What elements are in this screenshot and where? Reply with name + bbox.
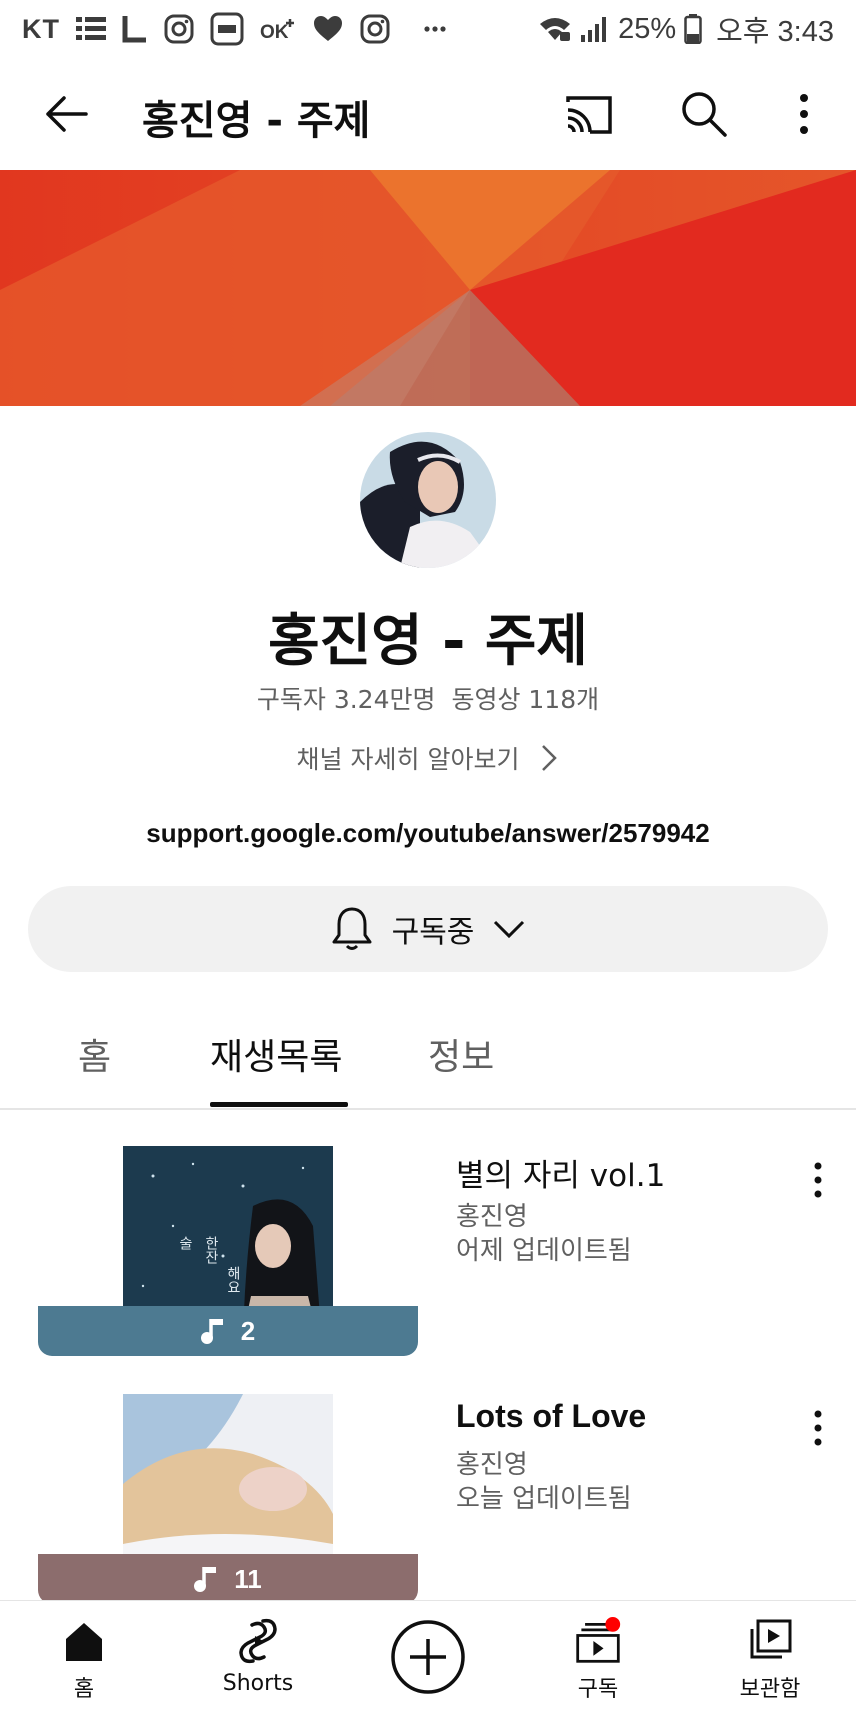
playlist-more-button[interactable] — [804, 1156, 832, 1206]
cast-icon — [566, 96, 612, 134]
playlist-updated: 오늘 업데이트됨 — [456, 1484, 632, 1514]
more-options-button[interactable] — [786, 87, 822, 141]
playlist-more-button[interactable] — [804, 1404, 832, 1454]
battery-percent: 25% — [618, 12, 677, 45]
playlist-item[interactable]: Lots 11 Lots of Love 홍진영 오늘 업데이트됨 — [0, 1394, 856, 1614]
channel-avatar[interactable] — [360, 432, 496, 568]
playlist-thumbnail[interactable]: 술 한잔 해요 2 — [38, 1146, 418, 1356]
wifi-icon — [538, 13, 572, 45]
l-app-icon — [122, 13, 148, 45]
channel-banner — [0, 170, 856, 406]
svg-text:술: 술 — [177, 1236, 193, 1250]
heart-icon — [312, 13, 344, 45]
video-count: 동영상 118개 — [451, 685, 600, 714]
nav-library-label: 보관함 — [739, 1677, 801, 1702]
more-vert-icon — [800, 94, 808, 134]
library-icon — [746, 1615, 794, 1667]
channel-stats: 구독자 3.24만명 동영상 118개 — [0, 680, 856, 716]
subscribed-label: 구독중 — [391, 915, 475, 950]
channel-name: 홍진영 - 주제 — [268, 609, 588, 674]
active-tab-indicator — [210, 1102, 348, 1107]
playlist-item[interactable]: 술 한잔 해요 2 별의 자리 vol.1 홍진영 어제 업데이트됨 — [0, 1146, 856, 1366]
carrier-label: KT — [22, 13, 60, 44]
back-button[interactable] — [40, 86, 96, 142]
svg-text:한잔: 한잔 — [203, 1236, 219, 1264]
chevron-right-icon — [542, 745, 558, 771]
music-note-icon — [194, 1567, 217, 1592]
tab-about[interactable]: 정보 — [428, 1028, 494, 1080]
signal-icon — [580, 13, 610, 45]
create-icon — [391, 1620, 465, 1694]
nav-home-label: 홈 — [73, 1677, 95, 1702]
chevron-down-icon — [494, 920, 525, 939]
more-dots-icon — [424, 13, 446, 45]
channel-link[interactable]: support.google.com/youtube/answer/257994… — [0, 818, 856, 849]
nav-shorts[interactable]: Shorts — [188, 1607, 328, 1711]
back-arrow-icon — [46, 96, 88, 132]
subscriptions-icon — [574, 1615, 622, 1667]
search-button[interactable] — [677, 87, 731, 141]
playlist-count-overlay: 2 — [38, 1306, 418, 1356]
bell-icon — [332, 907, 372, 950]
home-icon — [60, 1615, 108, 1667]
channel-more-label: 채널 자세히 알아보기 — [296, 745, 520, 774]
app-bar-title: 홍진영 - 주제 — [142, 98, 371, 144]
playlist-author: 홍진영 — [456, 1202, 528, 1232]
battery-icon — [684, 13, 702, 45]
nav-home[interactable]: 홈 — [14, 1607, 154, 1711]
nav-subscriptions[interactable]: 구독 — [528, 1607, 668, 1711]
subscriber-count: 구독자 3.24만명 — [256, 685, 436, 714]
tab-playlists[interactable]: 재생목록 — [210, 1028, 342, 1080]
svg-text:OK: OK — [260, 22, 289, 42]
playlist-title[interactable]: Lots of Love — [456, 1398, 646, 1435]
nav-subscriptions-label: 구독 — [577, 1677, 619, 1702]
svg-text:해요: 해요 — [225, 1266, 241, 1294]
subscribed-button[interactable]: 구독중 — [28, 886, 828, 972]
cast-button[interactable] — [562, 88, 616, 142]
tab-home[interactable]: 홈 — [78, 1028, 111, 1080]
channel-tabs: 홈 재생목록 정보 — [0, 1010, 856, 1110]
playlist-author: 홍진영 — [456, 1450, 528, 1480]
list-icon — [76, 13, 106, 45]
more-vert-icon — [814, 1410, 822, 1446]
clock: 오후 3:43 — [716, 16, 834, 48]
ok-cashbag-icon: OK — [260, 13, 296, 45]
nav-library[interactable]: 보관함 — [700, 1607, 840, 1711]
playlist-title[interactable]: 별의 자리 vol.1 — [456, 1150, 665, 1195]
status-bar: KT OK 25% 오후 3:43 — [0, 0, 856, 58]
playlist-thumbnail[interactable]: Lots 11 — [38, 1394, 418, 1604]
playlist-count: 2 — [240, 1315, 256, 1346]
music-note-icon — [200, 1319, 223, 1344]
instagram-icon — [164, 13, 194, 45]
playlist-count: 11 — [234, 1563, 262, 1594]
search-icon — [682, 92, 727, 137]
bottom-navigation: 홈 Shorts 구독 보관함 — [0, 1600, 856, 1712]
channel-more-info[interactable]: 채널 자세히 알아보기 — [0, 740, 856, 776]
playlist-updated: 어제 업데이트됨 — [456, 1236, 632, 1266]
create-button[interactable] — [390, 1619, 466, 1695]
instagram-icon — [360, 13, 390, 45]
more-vert-icon — [814, 1162, 822, 1198]
homeshopping-icon — [210, 12, 244, 46]
shorts-icon — [234, 1615, 282, 1667]
playlist-count-overlay: 11 — [38, 1554, 418, 1604]
nav-shorts-label: Shorts — [222, 1671, 294, 1696]
app-bar: 홍진영 - 주제 — [0, 58, 856, 170]
